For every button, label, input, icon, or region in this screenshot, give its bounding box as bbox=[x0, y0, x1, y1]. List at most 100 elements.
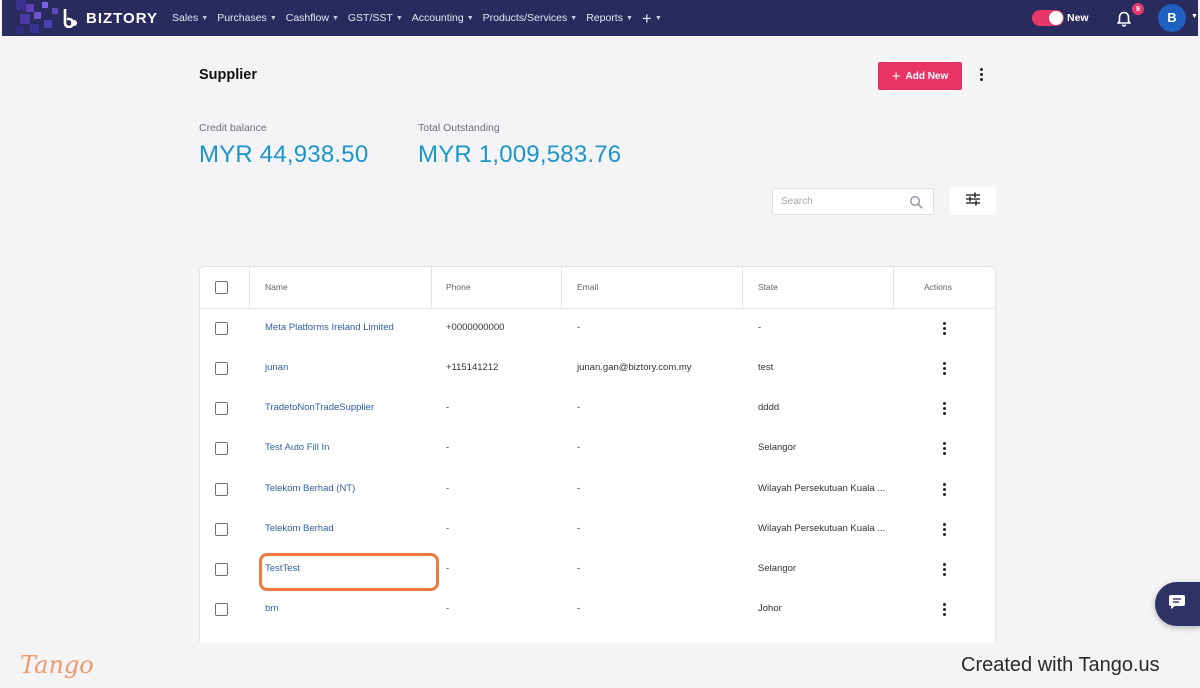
row-checkbox[interactable] bbox=[215, 603, 228, 616]
row-actions-icon[interactable] bbox=[940, 362, 948, 375]
toggle-knob bbox=[1049, 11, 1063, 25]
supplier-name-link[interactable]: junan bbox=[265, 348, 288, 388]
row-actions-icon[interactable] bbox=[940, 442, 948, 455]
email-cell: - bbox=[577, 523, 581, 534]
state-cell: Selangor bbox=[758, 563, 797, 574]
column-divider bbox=[893, 267, 894, 308]
email-cell: - bbox=[577, 402, 581, 413]
state-cell: Johor bbox=[758, 603, 782, 614]
phone-cell: - bbox=[446, 603, 450, 614]
phone-cell: - bbox=[446, 563, 450, 574]
row-actions-icon[interactable] bbox=[940, 523, 948, 536]
phone-cell: +115141212 bbox=[446, 362, 499, 373]
table-header: Name Phone Email State Actions bbox=[200, 267, 995, 309]
search-input[interactable] bbox=[781, 189, 906, 214]
column-header-actions: Actions bbox=[924, 282, 952, 292]
nav-purchases[interactable]: Purchases ▼ bbox=[217, 12, 277, 24]
supplier-name-link[interactable]: Telekom Berhad bbox=[265, 509, 334, 549]
nav-products-services[interactable]: Products/Services ▼ bbox=[483, 12, 578, 24]
table-row: Telekom Berhad - - Wilayah Persekutuan K… bbox=[200, 509, 995, 549]
row-actions-icon[interactable] bbox=[940, 483, 948, 496]
chevron-down-icon: ▼ bbox=[570, 14, 578, 22]
biztory-logo-icon bbox=[62, 8, 80, 29]
supplier-name-link[interactable]: brn bbox=[265, 589, 279, 629]
chevron-down-icon: ▼ bbox=[331, 14, 339, 22]
credit-balance-value: MYR 44,938.50 bbox=[199, 141, 369, 168]
phone-cell: - bbox=[446, 483, 450, 494]
new-ui-toggle[interactable] bbox=[1032, 10, 1064, 26]
supplier-name-link[interactable]: Telekom Berhad (NT) bbox=[265, 469, 355, 509]
table-row: Telekom Berhad (NT) - - Wilayah Persekut… bbox=[200, 469, 995, 509]
table-row: brn - - Johor bbox=[200, 589, 995, 629]
chevron-down-icon: ▼ bbox=[201, 14, 209, 22]
row-checkbox[interactable] bbox=[215, 322, 228, 335]
supplier-name-link[interactable]: Meta Platforms Ireland Limited bbox=[265, 308, 394, 348]
chevron-down-icon[interactable]: ▼ bbox=[1191, 13, 1198, 20]
total-outstanding-stat: Total Outstanding MYR 1,009,583.76 bbox=[418, 122, 621, 169]
nav-reports[interactable]: Reports ▼ bbox=[586, 12, 633, 24]
row-checkbox[interactable] bbox=[215, 442, 228, 455]
row-checkbox[interactable] bbox=[215, 362, 228, 375]
row-actions-icon[interactable] bbox=[940, 322, 948, 335]
total-outstanding-label: Total Outstanding bbox=[418, 122, 500, 134]
column-header-phone[interactable]: Phone bbox=[446, 267, 471, 308]
phone-cell: - bbox=[446, 523, 450, 534]
select-all-checkbox[interactable] bbox=[215, 281, 228, 294]
nav-label: Cashflow bbox=[285, 12, 329, 24]
row-actions-icon[interactable] bbox=[940, 603, 948, 616]
row-checkbox[interactable] bbox=[215, 563, 228, 576]
more-options-icon[interactable] bbox=[975, 68, 987, 84]
filter-button[interactable] bbox=[950, 187, 996, 215]
nav-cashflow[interactable]: Cashflow ▼ bbox=[286, 12, 339, 24]
column-divider bbox=[561, 267, 562, 308]
row-checkbox[interactable] bbox=[215, 483, 228, 496]
sliders-icon bbox=[965, 192, 981, 211]
brand-name: BIZTORY bbox=[86, 9, 159, 27]
nav-label: Sales bbox=[172, 12, 199, 24]
nav-label: Accounting bbox=[411, 12, 464, 24]
row-checkbox[interactable] bbox=[215, 402, 228, 415]
row-actions-icon[interactable] bbox=[940, 402, 948, 415]
email-cell: - bbox=[577, 603, 581, 614]
chevron-down-icon: ▼ bbox=[269, 14, 277, 22]
row-actions-icon[interactable] bbox=[940, 563, 948, 576]
email-cell: - bbox=[577, 442, 581, 453]
state-cell: - bbox=[758, 322, 762, 333]
state-cell: Selangor bbox=[758, 442, 797, 453]
column-header-email[interactable]: Email bbox=[577, 267, 598, 308]
column-divider bbox=[431, 267, 432, 308]
chat-widget-button[interactable] bbox=[1155, 582, 1200, 626]
top-nav-bar: BIZTORY Sales ▼ Purchases ▼ Cashflow ▼ GST/… bbox=[2, 0, 1198, 36]
supplier-name-link[interactable]: TradetoNonTradeSupplier bbox=[265, 388, 374, 428]
supplier-name-link[interactable]: Test Auto Fill In bbox=[265, 428, 329, 468]
page-title: Supplier bbox=[199, 67, 258, 83]
row-checkbox[interactable] bbox=[215, 523, 228, 536]
chevron-down-icon: ▼ bbox=[466, 14, 474, 22]
table-row: Meta Platforms Ireland Limited +00000000… bbox=[200, 308, 995, 348]
table-row: Test Auto Fill In - - Selangor bbox=[200, 428, 995, 468]
state-cell: test bbox=[758, 362, 774, 373]
column-header-state[interactable]: State bbox=[758, 267, 778, 308]
nav-quick-add[interactable]: + ▼ bbox=[642, 10, 662, 27]
phone-cell: - bbox=[446, 402, 450, 413]
search-icon[interactable] bbox=[909, 195, 923, 209]
chevron-down-icon: ▼ bbox=[654, 14, 662, 22]
nav-sales[interactable]: Sales ▼ bbox=[172, 12, 208, 24]
email-cell: junan.gan@biztory.com.my bbox=[577, 362, 692, 373]
avatar[interactable]: B bbox=[1158, 4, 1186, 32]
add-new-button[interactable]: + Add New bbox=[878, 62, 962, 90]
brand[interactable]: BIZTORY bbox=[62, 7, 158, 29]
bell-icon[interactable] bbox=[1115, 9, 1133, 27]
state-cell: dddd bbox=[758, 402, 780, 413]
chevron-down-icon: ▼ bbox=[395, 14, 403, 22]
tango-logo: Tango bbox=[20, 651, 94, 679]
nav-accounting[interactable]: Accounting ▼ bbox=[412, 12, 474, 24]
table-row: TradetoNonTradeSupplier - - dddd bbox=[200, 388, 995, 428]
main-menu: Sales ▼ Purchases ▼ Cashflow ▼ GST/SST ▼ Acc… bbox=[172, 0, 671, 36]
chat-icon bbox=[1168, 594, 1186, 615]
plus-icon: + bbox=[641, 8, 652, 28]
table-row: junan +115141212 junan.gan@biztory.com.m… bbox=[200, 348, 995, 388]
column-header-name[interactable]: Name bbox=[265, 267, 288, 308]
state-cell: Wilayah Persekutuan Kuala ... bbox=[758, 523, 886, 534]
nav-gst-sst[interactable]: GST/SST ▼ bbox=[348, 12, 403, 24]
